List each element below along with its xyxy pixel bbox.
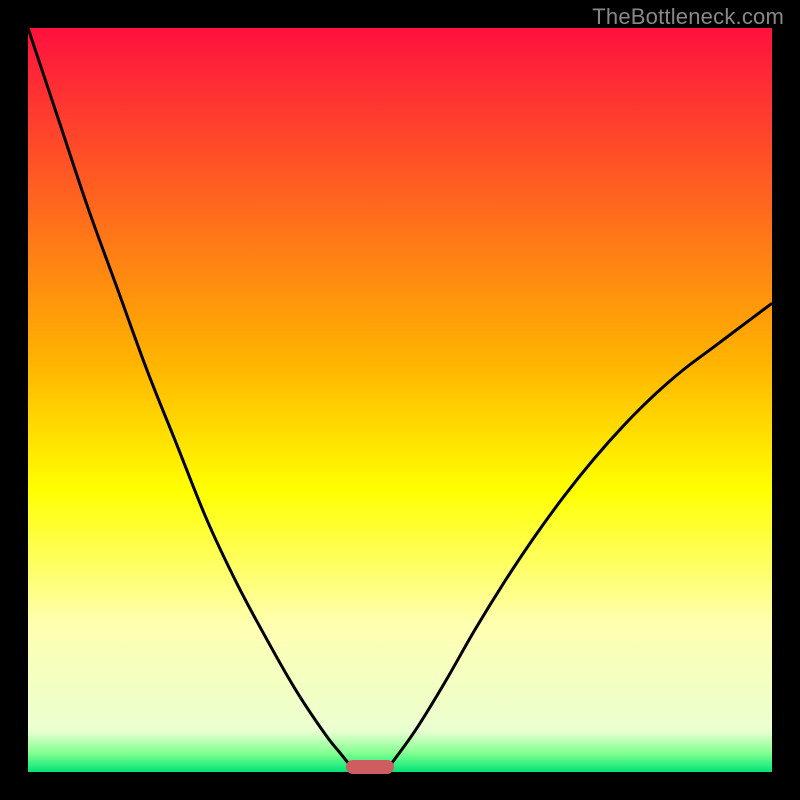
gradient-background — [28, 28, 772, 772]
chart-canvas — [28, 28, 772, 772]
bottleneck-marker — [346, 760, 394, 774]
watermark-text: TheBottleneck.com — [592, 4, 784, 30]
chart-frame — [28, 28, 772, 772]
